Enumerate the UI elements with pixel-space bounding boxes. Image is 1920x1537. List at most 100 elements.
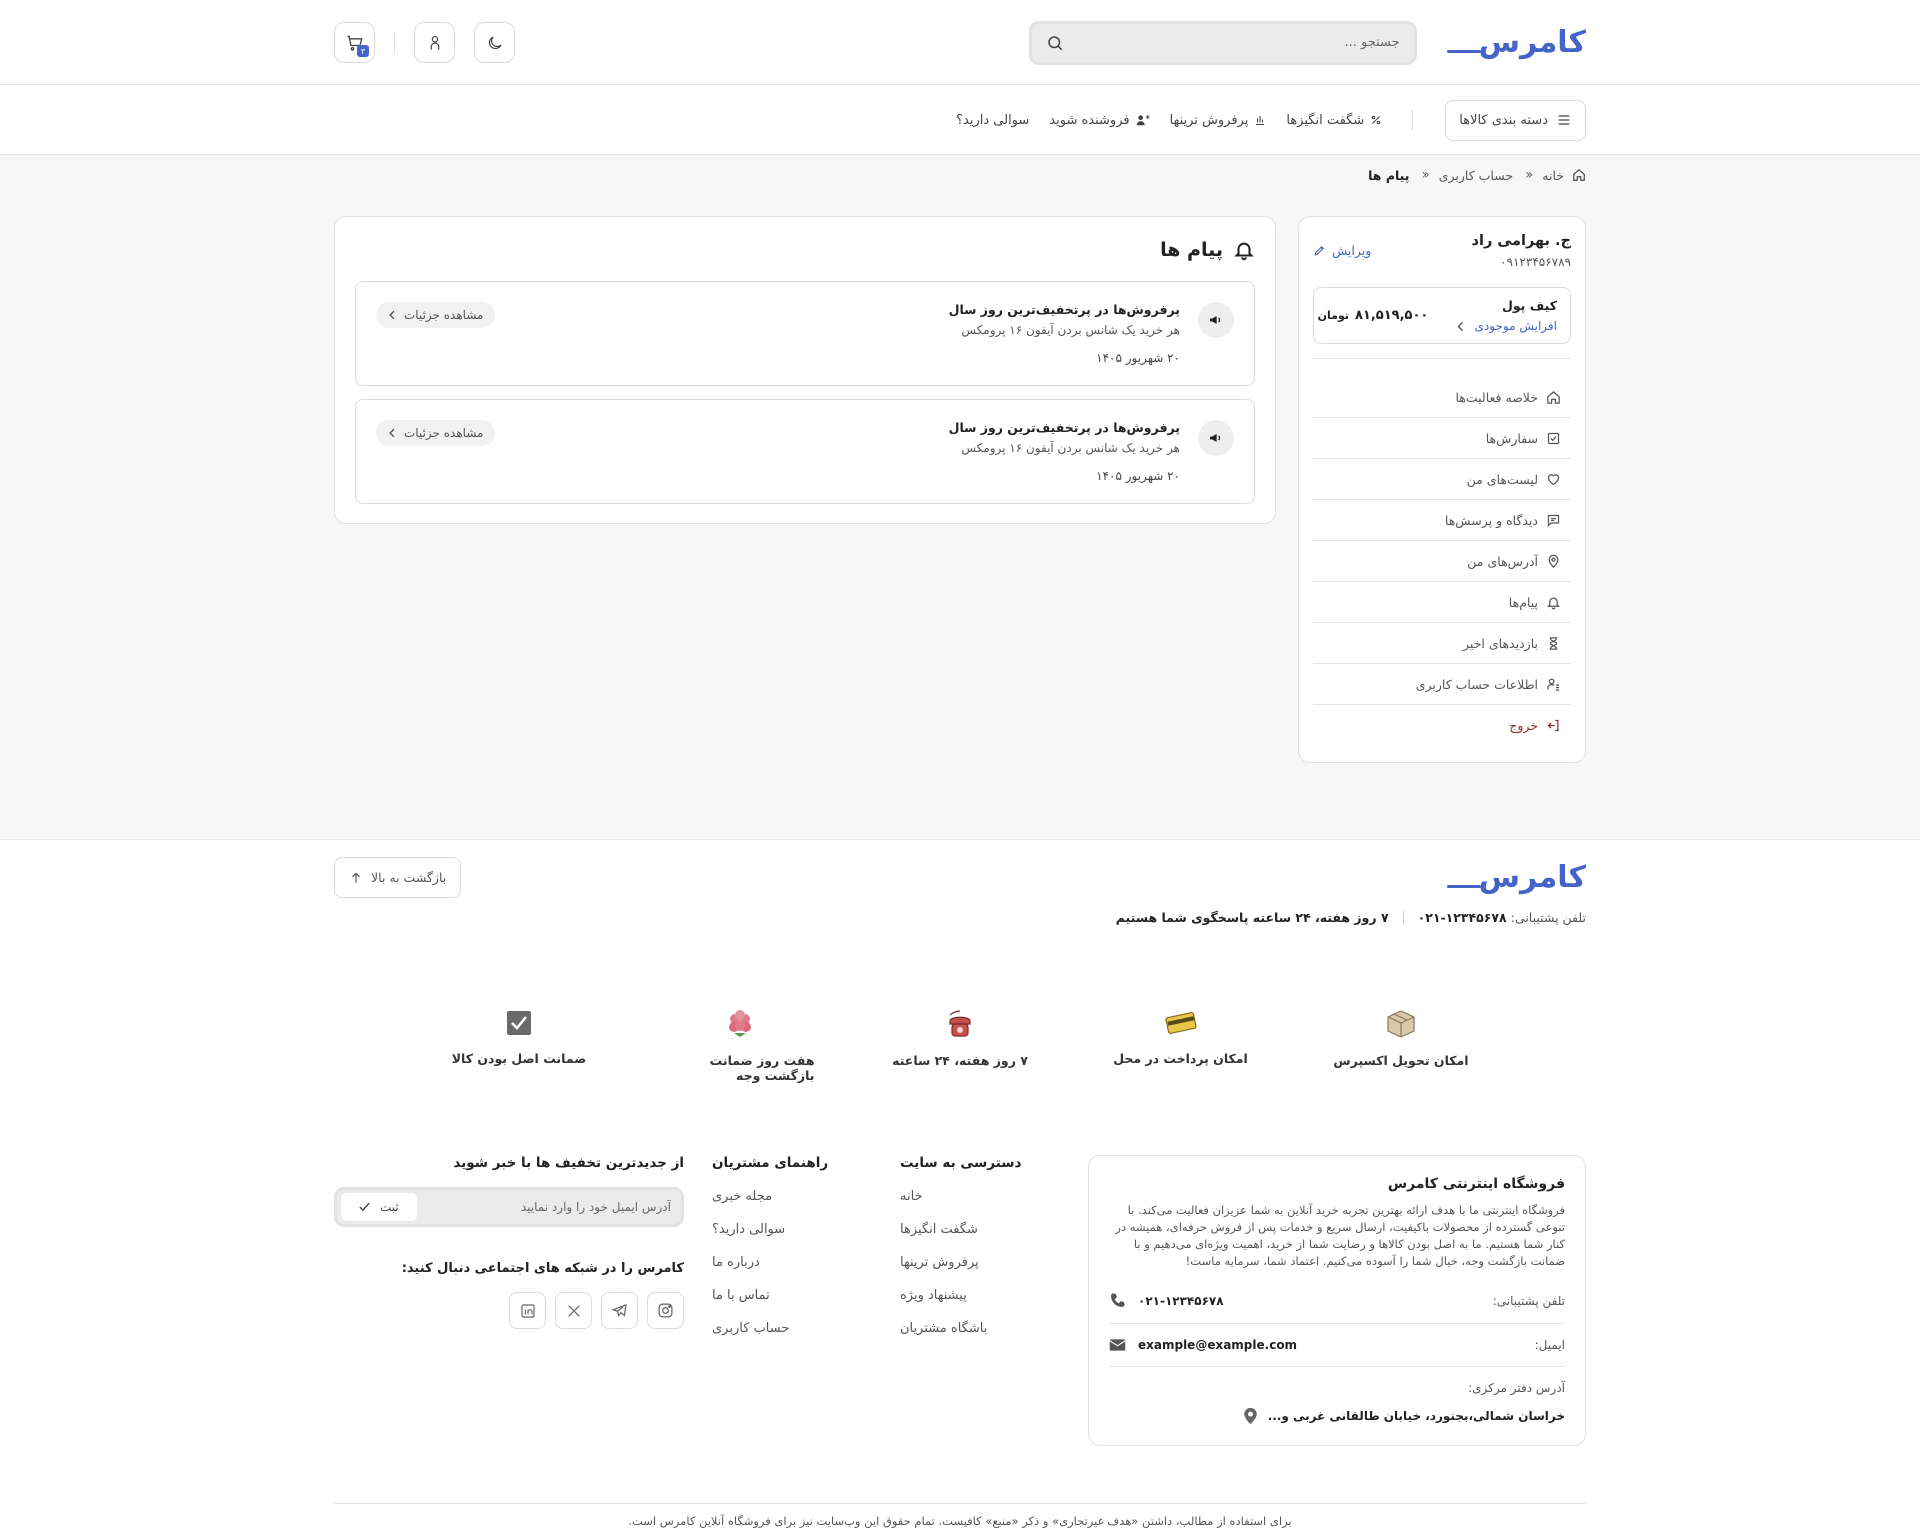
menu-item-summary[interactable]: خلاصه فعالیت‌ها xyxy=(1313,377,1571,418)
footer-link[interactable]: مجله خبری xyxy=(712,1189,872,1204)
menu-item-comments[interactable]: دیدگاه و پرسش‌ها xyxy=(1313,500,1571,541)
message-title: پرفروش‌ها در پرتخفیف‌ترین روز سال xyxy=(948,302,1180,317)
instagram-button[interactable] xyxy=(647,1292,684,1329)
header-icons: ۳ xyxy=(334,22,515,63)
address-label: آدرس دفتر مرکزی: xyxy=(1468,1381,1565,1395)
message-date: ۲۰ شهریور ۱۴۰۵ xyxy=(1096,351,1180,365)
search-box[interactable] xyxy=(1028,20,1417,65)
checkbox-icon xyxy=(505,1009,533,1037)
x-twitter-icon xyxy=(566,1303,582,1319)
menu-item-lists[interactable]: لیست‌های من xyxy=(1313,459,1571,500)
menu-item-logout[interactable]: خروج xyxy=(1313,705,1571,746)
cart-button[interactable]: ۳ xyxy=(334,22,375,63)
phone-icon xyxy=(1109,1292,1126,1309)
back-to-top-button[interactable]: بازگشت به بالا xyxy=(334,857,462,898)
increase-balance-link[interactable]: افزایش موجودی xyxy=(1456,319,1557,333)
contact-details: تلفن پشتیبانی: ۰۲۱-۱۲۳۴۵۶۷۸ ایمیل: examp… xyxy=(1109,1292,1565,1425)
view-details-button[interactable]: مشاهده جزئیات xyxy=(376,302,496,328)
site-logo[interactable]: کامرس xyxy=(1446,25,1587,60)
footer-grid: فروشگاه اینترنتی کامرس فروشگاه اینترنتی … xyxy=(334,1155,1586,1446)
copyright-bar: برای استفاده از مطالب، داشتن «هدف غیرتجا… xyxy=(0,1503,1920,1537)
contact-phone-value[interactable]: ۰۲۱-۱۲۳۴۵۶۷۸ xyxy=(1109,1292,1224,1309)
view-details-button[interactable]: مشاهده جزئیات xyxy=(376,420,496,446)
telephone-icon xyxy=(944,1009,976,1039)
menu-item-messages[interactable]: پیام‌ها xyxy=(1313,582,1571,623)
location-pin-icon xyxy=(1243,1407,1258,1425)
footer-link[interactable]: پرفروش ترینها xyxy=(900,1255,1060,1270)
footer-link[interactable]: سوالی دارید؟ xyxy=(712,1222,872,1237)
main-nav: دسته بندی کالاها شگفت انگیزها پرفروش تری… xyxy=(0,85,1920,155)
menu-item-recent-views[interactable]: بازدیدهای اخیر xyxy=(1313,623,1571,664)
nav-link-label: شگفت انگیزها xyxy=(1286,112,1365,128)
feature-original-guarantee: ضمانت اصل بودن کالا xyxy=(444,1009,594,1083)
theme-toggle-button[interactable] xyxy=(474,22,515,63)
account-sidebar: ج. بهرامی راد ۰۹۱۲۳۴۵۶۷۸۹ ویرایش کیف پول… xyxy=(1298,216,1586,763)
footer-link[interactable]: درباره ما xyxy=(712,1255,872,1270)
search-icon[interactable] xyxy=(1046,34,1064,52)
nav-link-bestsellers[interactable]: پرفروش ترینها xyxy=(1170,113,1267,128)
envelope-icon xyxy=(1109,1338,1126,1352)
pencil-icon xyxy=(1313,244,1326,257)
support-hours: ۷ روز هفته، ۲۴ ساعته پاسخگوی شما هستیم xyxy=(1115,910,1389,925)
main-area: ج. بهرامی راد ۰۹۱۲۳۴۵۶۷۸۹ ویرایش کیف پول… xyxy=(334,216,1586,763)
chart-bar-icon xyxy=(1254,114,1266,126)
menu-item-label: دیدگاه و پرسش‌ها xyxy=(1444,512,1538,528)
menu-item-addresses[interactable]: آدرس‌های من xyxy=(1313,541,1571,582)
feature-label: ۷ روز هفته، ۲۴ ساعته xyxy=(892,1053,1028,1068)
footer-link[interactable]: باشگاه مشتریان xyxy=(900,1321,1060,1336)
menu-item-label: بازدیدهای اخیر xyxy=(1463,635,1538,651)
site-header: کامرس ۳ xyxy=(0,0,1920,85)
contact-email-value[interactable]: example@example.com xyxy=(1109,1338,1297,1352)
menu-item-label: خلاصه فعالیت‌ها xyxy=(1455,389,1538,405)
user-info: ج. بهرامی راد ۰۹۱۲۳۴۵۶۷۸۹ ویرایش xyxy=(1313,233,1571,269)
linkedin-button[interactable] xyxy=(509,1292,546,1329)
message-title: پرفروش‌ها در پرتخفیف‌ترین روز سال xyxy=(948,420,1180,435)
user-icon xyxy=(426,34,444,52)
home-icon xyxy=(1572,168,1586,182)
newsletter-submit-button[interactable]: ثبت xyxy=(341,1193,417,1221)
megaphone-icon xyxy=(1198,302,1234,338)
footer-link[interactable]: پیشنهاد ویژه xyxy=(900,1288,1060,1303)
address: خراسان شمالی،بجنورد، خیابان طالقانی غربی… xyxy=(1267,1409,1565,1423)
nav-link-amazing[interactable]: شگفت انگیزها xyxy=(1286,113,1382,128)
contact-phone-label: تلفن پشتیبانی: xyxy=(1492,1293,1565,1308)
breadcrumb-home[interactable]: خانه xyxy=(1542,168,1564,183)
account-button[interactable] xyxy=(414,22,455,63)
search-input[interactable] xyxy=(1063,35,1400,50)
footer-link[interactable]: حساب کاربری xyxy=(712,1321,872,1336)
footer-link[interactable]: تماس با ما xyxy=(712,1288,872,1303)
categories-button[interactable]: دسته بندی کالاها xyxy=(1445,99,1586,141)
submit-label: ثبت xyxy=(380,1200,399,1214)
logo-underline xyxy=(1446,50,1481,53)
footer-link[interactable]: خانه xyxy=(900,1189,1060,1204)
telegram-button[interactable] xyxy=(601,1292,638,1329)
view-details-label: مشاهده جزئیات xyxy=(404,308,484,322)
user-name: ج. بهرامی راد xyxy=(1471,233,1571,249)
nav-link-become-seller[interactable]: فروشنده شوید xyxy=(1049,112,1150,128)
footer-link[interactable]: شگفت انگیزها xyxy=(900,1222,1060,1237)
edit-profile-link[interactable]: ویرایش xyxy=(1313,243,1371,258)
breadcrumb-separator: ‹‹ xyxy=(1421,167,1429,183)
contact-email: example@example.com xyxy=(1138,1338,1298,1352)
nav-link-label: فروشنده شوید xyxy=(1049,112,1130,128)
menu-item-account-info[interactable]: اطلاعات حساب کاربری xyxy=(1313,664,1571,705)
column-title: راهنمای مشتریان xyxy=(712,1155,829,1171)
user-settings-icon xyxy=(1546,677,1561,692)
social-title: کامرس را در شبکه های اجتماعی دنبال کنید: xyxy=(401,1261,684,1276)
feature-money-back: هفت روز ضمانت بازگشت وجه xyxy=(665,1009,815,1083)
breadcrumb-account[interactable]: حساب کاربری xyxy=(1439,168,1513,183)
menu-item-orders[interactable]: سفارش‌ها xyxy=(1313,418,1571,459)
wallet-unit: تومان xyxy=(1317,308,1349,322)
messages-panel: پیام ها پرفروش‌ها در پرتخفیف‌ترین روز سا… xyxy=(334,216,1276,524)
newsletter-email-input[interactable] xyxy=(416,1200,671,1214)
column-title: دسترسی به سایت xyxy=(900,1155,1022,1171)
breadcrumb: خانه ‹‹ حساب کاربری ‹‹ پیام ها xyxy=(334,165,1586,185)
about-store-card: فروشگاه اینترنتی کامرس فروشگاه اینترنتی … xyxy=(1088,1155,1586,1446)
nav-link-label: سوالی دارید؟ xyxy=(956,112,1030,128)
nav-link-faq[interactable]: سوالی دارید؟ xyxy=(956,113,1029,128)
user-phone: ۰۹۱۲۳۴۵۶۷۸۹ xyxy=(1500,255,1571,269)
x-twitter-button[interactable] xyxy=(555,1292,592,1329)
footer-logo[interactable]: کامرس xyxy=(1446,860,1587,895)
menu-icon xyxy=(1556,112,1572,128)
nav-links: شگفت انگیزها پرفروش ترینها فروشنده شوید … xyxy=(956,113,1382,128)
